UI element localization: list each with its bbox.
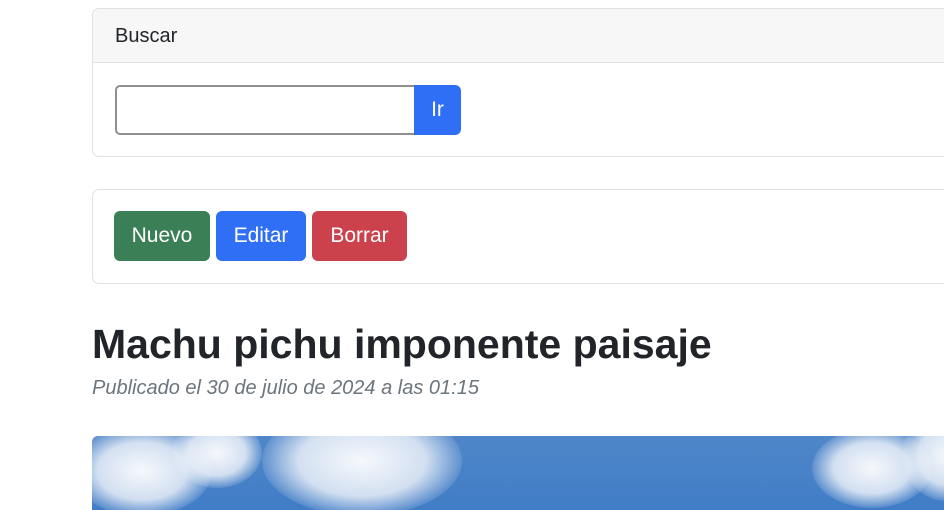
search-input[interactable] [115,85,414,135]
search-card: Buscar Ir [92,8,944,157]
edit-button[interactable]: Editar [216,211,306,261]
post-image [92,436,944,510]
search-card-header: Buscar [93,9,944,63]
search-form: Ir [115,85,461,135]
cloud-shape [262,436,462,510]
actions-toolbar: Nuevo Editar Borrar [114,211,407,261]
delete-button[interactable]: Borrar [312,211,407,261]
actions-card: Nuevo Editar Borrar [92,189,944,284]
search-go-button[interactable]: Ir [414,85,461,135]
new-button[interactable]: Nuevo [114,211,210,261]
post-meta: Publicado el 30 de julio de 2024 a las 0… [92,377,479,399]
post-title: Machu pichu imponente paisaje [92,321,712,367]
page: Buscar Ir Nuevo Editar Borrar Machu pich… [0,0,944,510]
